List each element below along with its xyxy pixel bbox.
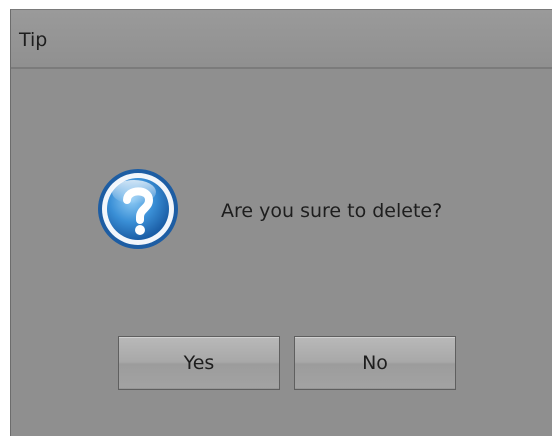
dialog-message: Are you sure to delete? [221, 200, 443, 222]
yes-button[interactable]: Yes [118, 336, 280, 390]
confirm-dialog: Tip Are you sure to delete? Yes No [10, 9, 552, 436]
question-icon [96, 167, 180, 251]
no-button-label: No [362, 352, 388, 374]
dialog-titlebar[interactable]: Tip [11, 10, 552, 69]
yes-button-label: Yes [183, 352, 215, 374]
no-button[interactable]: No [294, 336, 456, 390]
dialog-title: Tip [19, 29, 48, 51]
